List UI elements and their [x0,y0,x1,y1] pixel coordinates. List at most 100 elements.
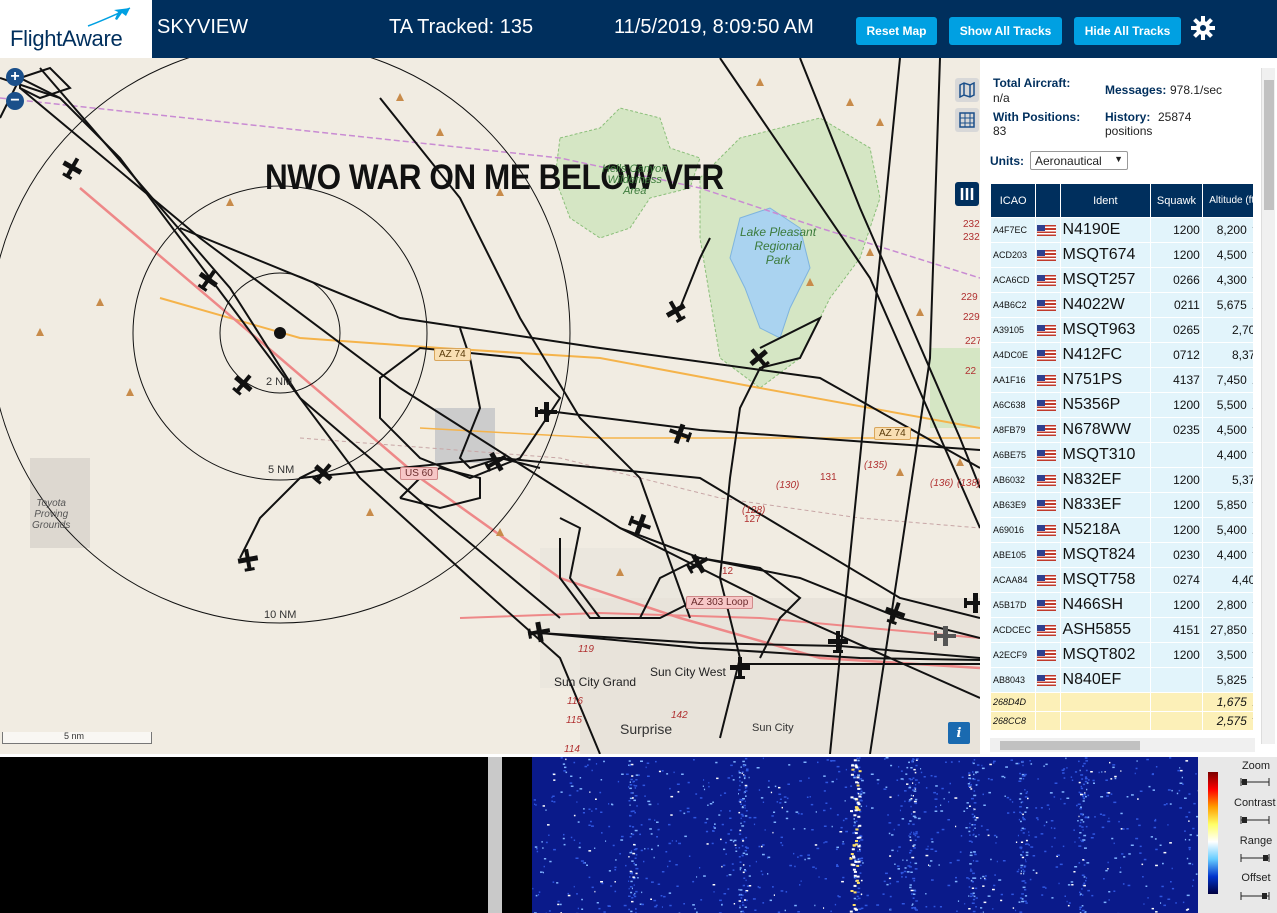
history-unit: positions [1105,124,1153,138]
table-row[interactable]: A8FB79 N678WW02354,500 ▼ [991,418,1253,442]
column-header-ident[interactable]: Ident [1060,184,1151,217]
ident-cell: MSQT802 [1060,643,1151,667]
ident-cell [1060,693,1151,711]
table-row[interactable]: A4DC0E N412FC07128,375 [991,343,1253,367]
altitude-cell: 4,500 ▼ [1202,243,1253,267]
flag-cell [1036,418,1060,442]
flag-cell [1036,618,1060,642]
table-row[interactable]: A4F7EC N4190E12008,200 ▼ [991,218,1253,242]
icao-cell: A4B6C2 [991,293,1036,317]
altitude-cell: 4,400 ▼ [1202,543,1253,567]
hide-all-tracks-button[interactable]: Hide All Tracks [1074,17,1181,45]
table-row[interactable]: A39105 MSQT96302652,700 [991,318,1253,342]
icao-cell: A69016 [991,518,1036,542]
table-row[interactable]: AA1F16 N751PS41377,450 ▲ [991,368,1253,392]
table-row[interactable]: A6C638 N5356P12005,500 ▲ [991,393,1253,417]
flag-cell [1036,368,1060,392]
range-ring-label: 2 NM [266,376,293,388]
table-row[interactable]: AB6032 N832EF12005,375 [991,468,1253,492]
table-row[interactable]: ACA6CD MSQT25702664,300 ▼ [991,268,1253,292]
messages-label: Messages: [1105,83,1167,97]
range-slider[interactable] [1240,853,1270,863]
ident-cell: N4190E [1060,218,1151,242]
place-label: Sun City [752,722,794,734]
ident-cell: N5356P [1060,393,1151,417]
units-select[interactable]: Aeronautical ▼ [1030,151,1128,170]
table-row[interactable]: AB63E9 N833EF12005,850 ▼ [991,493,1253,517]
table-row[interactable]: ACAA84 MSQT75802744,400 [991,568,1253,592]
flag-cell [1036,643,1060,667]
column-header-icao[interactable]: ICAO [991,184,1036,217]
flag-cell [1036,393,1060,417]
icao-cell: A4F7EC [991,218,1036,242]
zoom-out-button[interactable]: − [6,92,24,110]
altitude-cell: 27,850 ▲ [1202,618,1253,642]
divider [488,757,502,913]
flag-cell [1036,318,1060,342]
route-shield: US 60 [400,467,438,480]
table-row[interactable]: A4B6C2 N4022W02115,675 ▲ [991,293,1253,317]
us-flag-icon [1037,674,1057,686]
color-scale [1208,772,1218,894]
grid-icon[interactable] [955,108,979,132]
us-flag-icon [1037,274,1057,286]
table-row[interactable]: A69016 N5218A12005,400 ▲ [991,518,1253,542]
with-positions-label: With Positions: [993,110,1081,124]
road-number: 227 [965,336,980,347]
horizontal-scrollbar[interactable] [990,738,1255,752]
column-header-altitude[interactable]: Altitude (ft) [1202,184,1253,217]
tracked-count: TA Tracked: 135 [389,16,534,38]
column-header-squawk[interactable]: Squawk [1151,184,1202,217]
road-number: 229 [961,292,978,303]
flag-cell [1036,268,1060,292]
gear-icon[interactable] [1190,15,1216,41]
table-row[interactable]: AB8043 N840EF 5,825 ▼ [991,668,1253,692]
columns-icon[interactable] [955,182,979,206]
zoom-in-button[interactable]: + [6,68,24,86]
table-row[interactable]: ABE105 MSQT82402304,400 ▼ [991,543,1253,567]
altitude-cell: 4,500 ▼ [1202,418,1253,442]
show-all-tracks-button[interactable]: Show All Tracks [949,17,1062,45]
offset-label: Offset [1241,872,1271,884]
info-button[interactable]: i [948,722,970,744]
road-number: 131 [820,472,837,483]
us-flag-icon [1037,224,1057,236]
zoom-slider[interactable] [1240,777,1270,787]
table-row[interactable]: A5B17D N466SH12002,800 ▼ [991,593,1253,617]
vertical-scrollbar[interactable] [1261,68,1275,744]
altitude-cell: 5,850 ▼ [1202,493,1253,517]
squawk-cell: 4137 [1151,368,1202,392]
altitude-cell: 4,400 ▼ [1202,443,1253,467]
table-row[interactable]: ACDCEC ASH5855415127,850 ▲ [991,618,1253,642]
scrollbar-thumb[interactable] [1264,80,1274,210]
table-row[interactable]: 268D4D 1,675 ▲ [991,693,1253,711]
table-row[interactable]: A2ECF9 MSQT80212003,500 ▼ [991,643,1253,667]
icao-cell: A6BE75 [991,443,1036,467]
icao-cell: AA1F16 [991,368,1036,392]
place-label: Sun City West [650,665,726,679]
altitude-cell: 3,500 ▼ [1202,643,1253,667]
table-row[interactable]: ACD203 MSQT67412004,500 ▼ [991,243,1253,267]
map-view[interactable]: + − NWO WAR ON ME BELOW VFR 2 NM 5 NM 10… [0,58,980,754]
logo-text: FlightAware [10,26,123,51]
icao-cell: AB8043 [991,668,1036,692]
table-row[interactable]: A6BE75 MSQT310 4,400 ▼ [991,443,1253,467]
with-positions-value: 83 [993,124,1007,138]
us-flag-icon [1037,449,1057,461]
contrast-slider[interactable] [1240,815,1270,825]
ident-cell: N678WW [1060,418,1151,442]
squawk-cell: 1200 [1151,218,1202,242]
ident-cell: MSQT963 [1060,318,1151,342]
column-header-flag[interactable] [1036,184,1060,217]
flag-cell [1036,568,1060,592]
scrollbar-thumb[interactable] [1000,741,1140,750]
map-type-icon[interactable] [955,78,979,102]
logo[interactable]: FlightAware [0,0,152,58]
table-row[interactable]: 268CC8 2,575 ▼ [991,712,1253,730]
reset-map-button[interactable]: Reset Map [856,17,937,45]
icao-cell: A4DC0E [991,343,1036,367]
offset-slider[interactable] [1240,891,1270,901]
place-label: Lake Pleasant Regional Park [740,225,817,267]
squawk-cell: 0712 [1151,343,1202,367]
squawk-cell: 0265 [1151,318,1202,342]
